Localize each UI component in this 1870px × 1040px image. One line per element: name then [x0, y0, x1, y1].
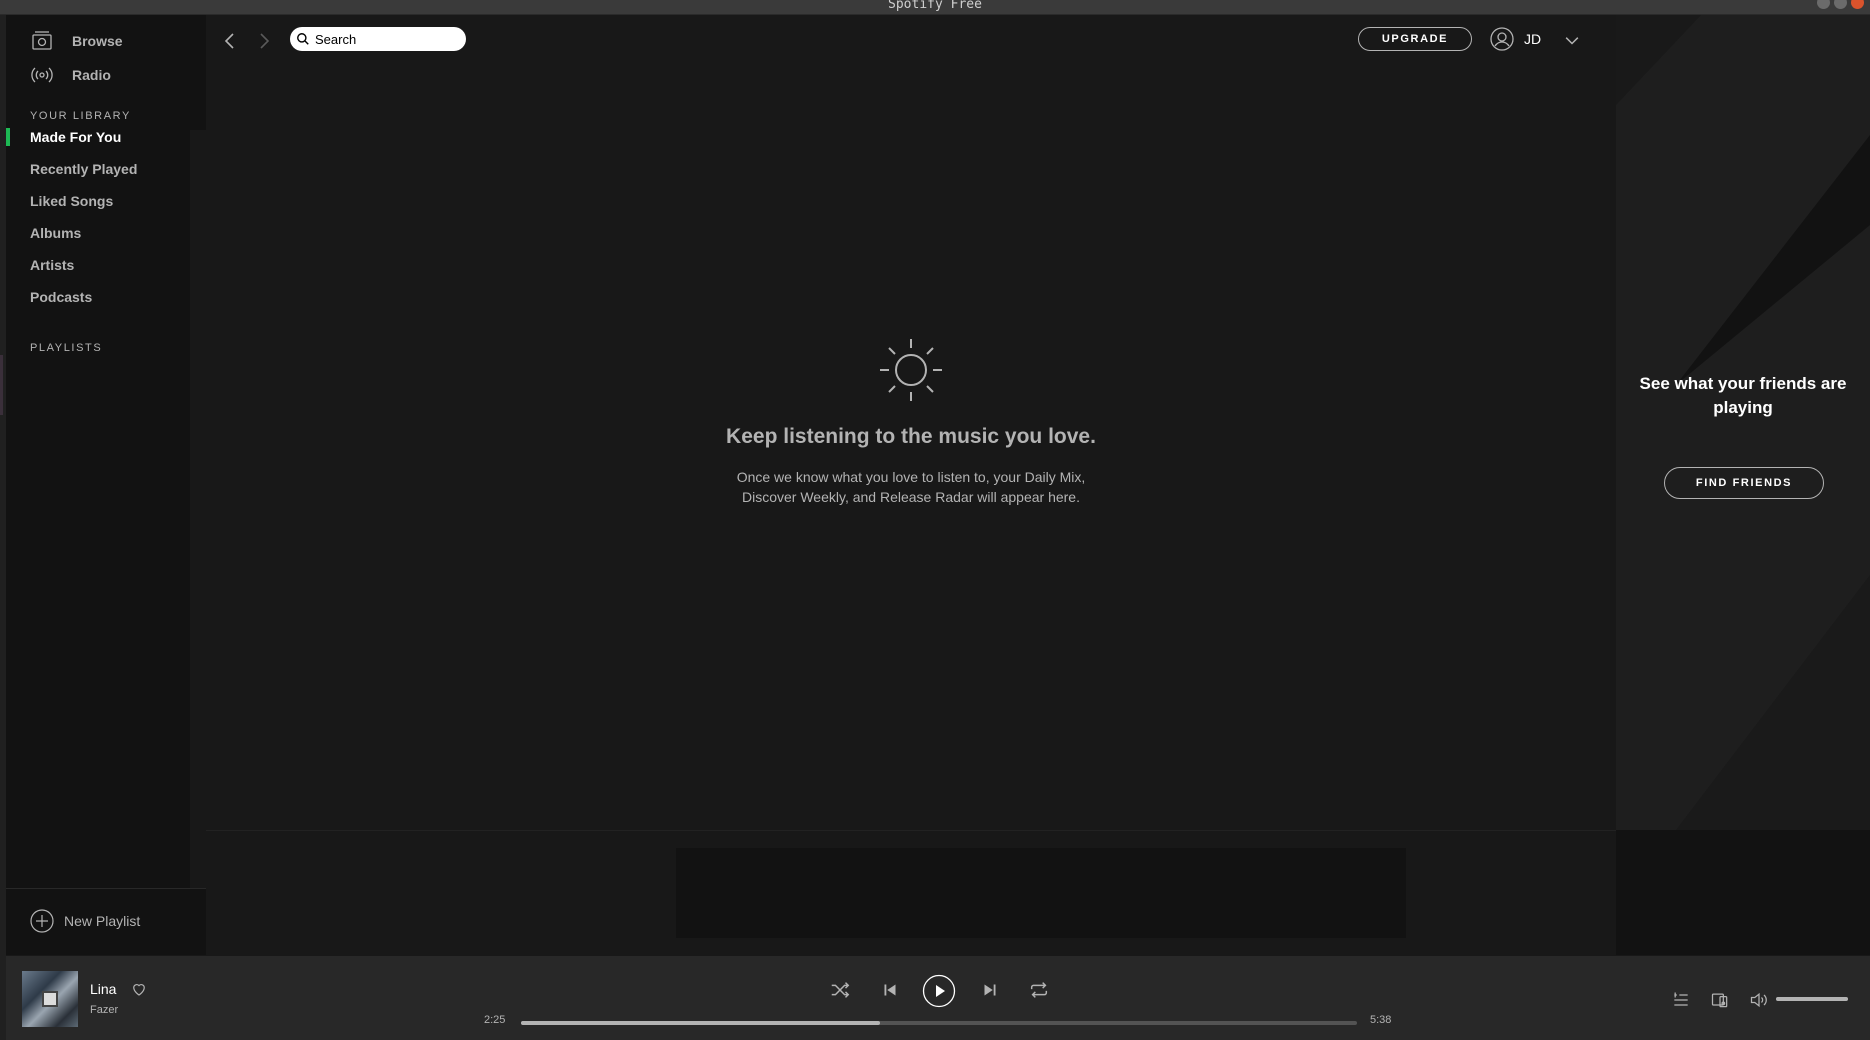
search-input[interactable] [315, 31, 455, 47]
progress-fill [521, 1021, 881, 1025]
window-controls [1817, 0, 1864, 9]
forward-arrow-icon[interactable] [252, 29, 276, 53]
now-playing-bar: Lina Fazer 2:25 5:38 [6, 955, 1870, 1040]
active-indicator [6, 128, 10, 146]
friends-title-line: See what your friends are [1639, 374, 1847, 393]
user-name: JD [1524, 31, 1542, 47]
friends-title: See what your friends are playing [1616, 372, 1870, 420]
volume-fill [1776, 997, 1848, 1001]
volume-icon[interactable] [1749, 990, 1769, 1010]
maximize-button[interactable] [1834, 0, 1847, 9]
play-button[interactable] [922, 974, 956, 1008]
sidebar-footer: New Playlist [6, 888, 206, 955]
search-box[interactable] [290, 27, 466, 51]
find-friends-button[interactable]: FIND FRIENDS [1664, 467, 1824, 499]
track-title[interactable]: Lina [90, 981, 116, 997]
empty-state-body-line: Discover Weekly, and Release Radar will … [742, 489, 1080, 505]
elapsed-time: 2:25 [484, 1014, 506, 1026]
radio-icon [31, 67, 53, 83]
queue-icon[interactable] [1671, 990, 1691, 1010]
empty-state-body-line: Once we know what you love to listen to,… [736, 469, 1086, 485]
sidebar: Browse Radio YOUR LIBRARY Made For You R… [6, 15, 212, 955]
back-arrow-icon[interactable] [218, 29, 242, 53]
sun-icon [880, 339, 942, 401]
playlists-heading: PLAYLISTS [30, 342, 103, 354]
sidebar-item-liked-songs[interactable]: Liked Songs [30, 193, 113, 209]
plus-circle-icon [30, 909, 54, 933]
ad-area [206, 830, 1616, 955]
album-cover-art [42, 991, 58, 1007]
friends-decoration [1616, 15, 1870, 830]
window-titlebar: Spotify Free [0, 0, 1870, 15]
friends-title-line: playing [1713, 398, 1773, 417]
new-playlist-button[interactable]: New Playlist [30, 909, 140, 933]
main-content: UPGRADE JD Keep listening to the music y… [206, 15, 1616, 830]
heart-icon[interactable] [130, 980, 148, 998]
user-avatar-icon [1490, 27, 1514, 51]
empty-state: Keep listening to the music you love. On… [206, 335, 1616, 507]
minimize-button[interactable] [1817, 0, 1830, 9]
devices-icon[interactable] [1710, 990, 1730, 1010]
previous-track-icon[interactable] [879, 979, 901, 1001]
empty-state-title: Keep listening to the music you love. [726, 425, 1096, 448]
shuffle-icon[interactable] [829, 979, 851, 1001]
repeat-icon[interactable] [1028, 979, 1050, 1001]
sidebar-item-browse[interactable]: Browse [30, 29, 123, 53]
progress-bar[interactable] [521, 1021, 1357, 1025]
browse-icon [32, 31, 52, 50]
volume-slider[interactable] [1776, 997, 1848, 1001]
chevron-down-icon[interactable] [1562, 31, 1582, 51]
sidebar-item-albums[interactable]: Albums [30, 225, 81, 241]
sidebar-item-label: Browse [72, 33, 123, 49]
window-title: Spotify Free [888, 0, 982, 12]
upgrade-button[interactable]: UPGRADE [1358, 27, 1472, 51]
total-duration: 5:38 [1370, 1014, 1392, 1026]
edge-marker [0, 355, 3, 415]
sidebar-item-label: Radio [72, 67, 111, 83]
sidebar-item-recently-played[interactable]: Recently Played [30, 161, 137, 177]
sidebar-item-artists[interactable]: Artists [30, 257, 74, 273]
search-icon [297, 33, 309, 45]
close-button[interactable] [1851, 0, 1864, 9]
sidebar-item-radio[interactable]: Radio [30, 63, 111, 87]
ad-banner[interactable] [676, 848, 1406, 938]
next-track-icon[interactable] [979, 979, 1001, 1001]
track-artist[interactable]: Fazer [90, 1004, 118, 1016]
album-cover[interactable] [22, 971, 78, 1027]
new-playlist-label: New Playlist [64, 913, 141, 929]
empty-state-body: Once we know what you love to listen to,… [721, 467, 1101, 507]
sidebar-item-podcasts[interactable]: Podcasts [30, 289, 92, 305]
library-heading: YOUR LIBRARY [30, 110, 131, 122]
user-menu[interactable]: JD [1490, 27, 1541, 51]
sidebar-item-made-for-you[interactable]: Made For You [30, 129, 121, 145]
friend-activity-panel: See what your friends are playing FIND F… [1616, 15, 1870, 830]
